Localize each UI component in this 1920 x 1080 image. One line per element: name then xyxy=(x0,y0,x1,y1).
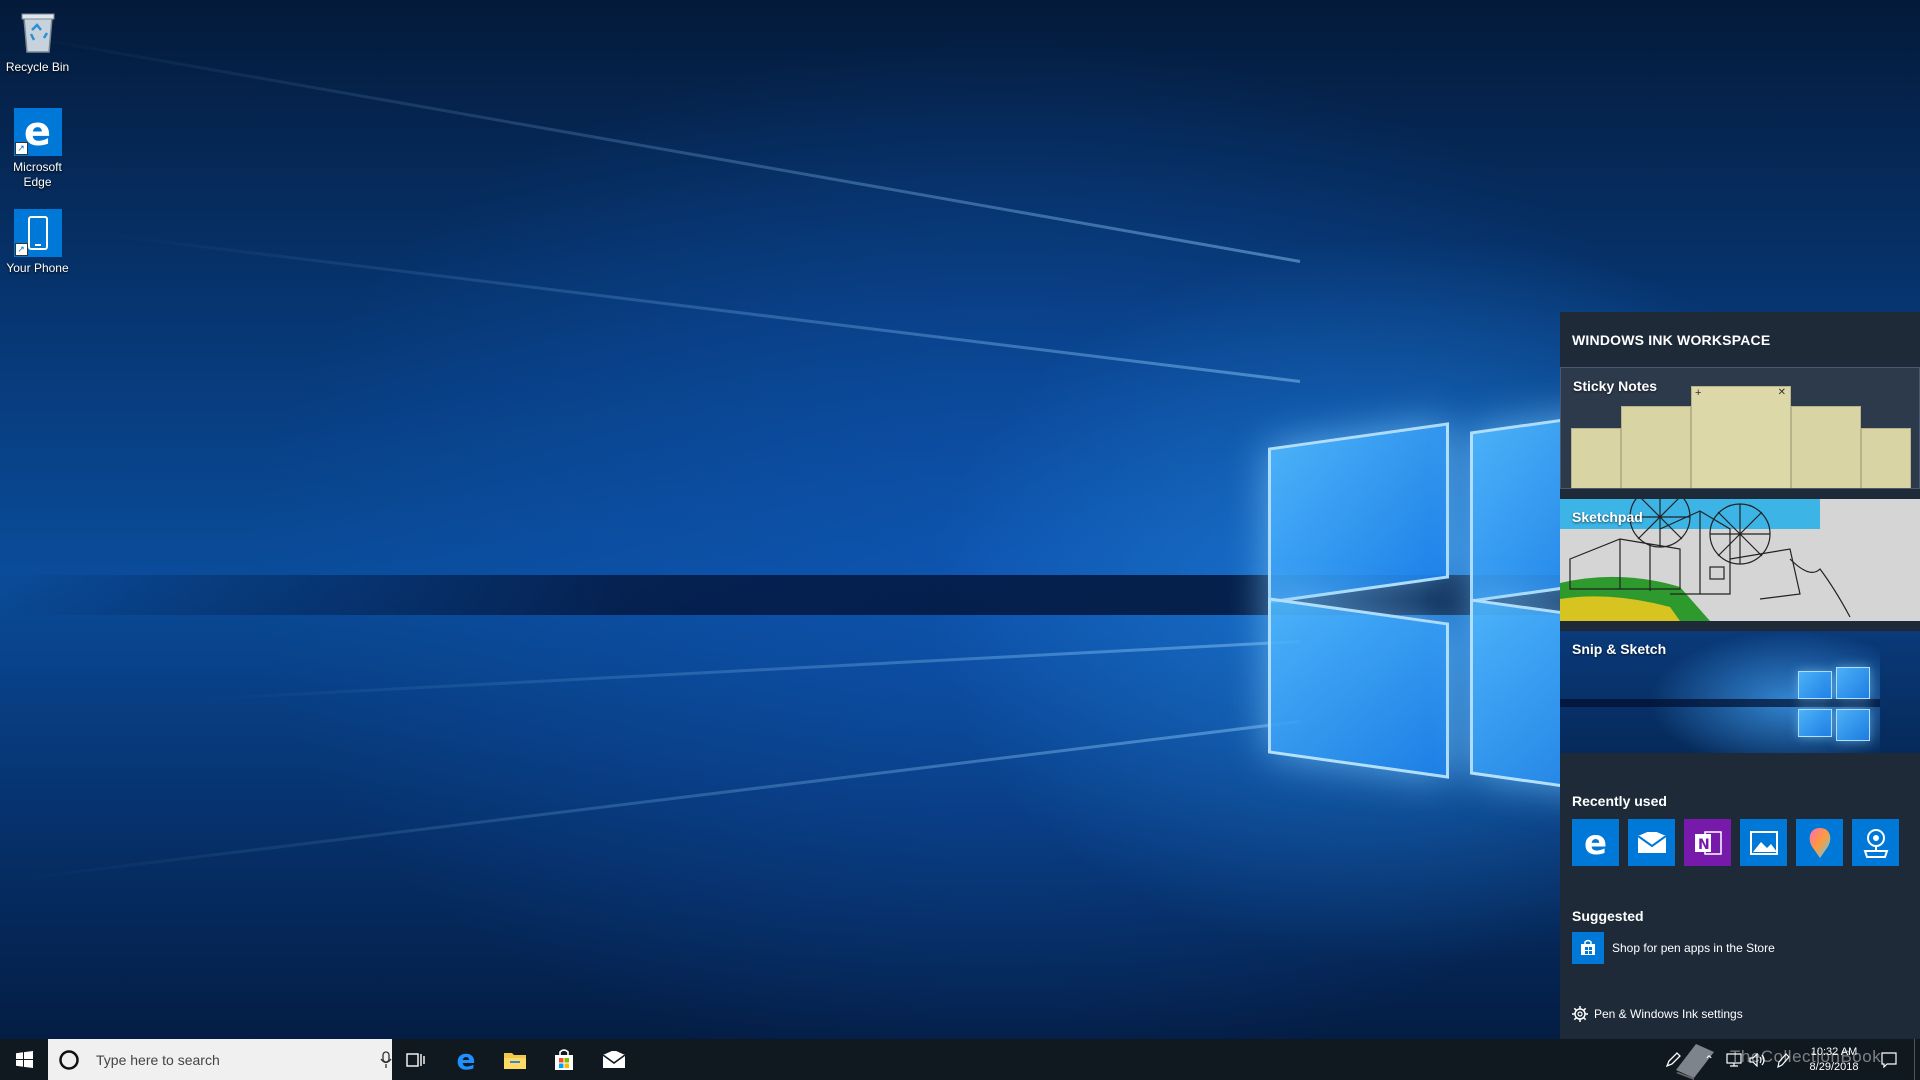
maps-icon xyxy=(1863,828,1888,858)
tile-label: Sketchpad xyxy=(1572,509,1643,525)
phone-icon: ↗ xyxy=(13,209,62,257)
pen-settings-label: Pen & Windows Ink settings xyxy=(1594,1007,1743,1021)
desktop-icon-label: Your Phone xyxy=(6,261,69,275)
suggested-item-label: Shop for pen apps in the Store xyxy=(1612,941,1775,955)
taskbar: e TheCollectionBook xyxy=(0,1039,1920,1080)
show-hidden-icons-button[interactable]: ⌃ xyxy=(1698,1039,1720,1080)
logo-pane xyxy=(1268,422,1449,604)
clock-date: 8/29/2018 xyxy=(1809,1061,1859,1073)
tile-label: Snip & Sketch xyxy=(1572,641,1667,657)
network-icon xyxy=(1726,1052,1742,1067)
mail-icon xyxy=(1636,831,1667,853)
desktop-icon-edge[interactable]: e ↗ Microsoft Edge xyxy=(0,108,75,190)
sticky-note xyxy=(1571,428,1621,488)
recent-app-paint3d[interactable] xyxy=(1796,819,1843,866)
taskbar-file-explorer-button[interactable] xyxy=(491,1039,539,1080)
onenote-icon: N xyxy=(1694,830,1722,855)
volume-tray-button[interactable] xyxy=(1746,1039,1770,1080)
desktop-icon-label: Recycle Bin xyxy=(5,60,70,74)
tile-sketchpad[interactable]: Sketchpad xyxy=(1560,499,1920,621)
start-button[interactable] xyxy=(0,1039,48,1080)
snip-preview-pane xyxy=(1836,667,1870,699)
pen-tray-button[interactable] xyxy=(1772,1039,1794,1080)
pen-icon xyxy=(1665,1051,1681,1067)
taskbar-search-box[interactable] xyxy=(48,1039,392,1080)
pen-icon xyxy=(1777,1052,1790,1068)
clock-time: 10:32 AM xyxy=(1810,1046,1858,1058)
svg-text:N: N xyxy=(1698,837,1710,853)
suggested-store-link[interactable]: Shop for pen apps in the Store xyxy=(1572,932,1775,964)
show-desktop-button[interactable] xyxy=(1914,1039,1920,1080)
taskbar-clock[interactable]: 10:32 AM 8/29/2018 xyxy=(1794,1045,1874,1075)
task-view-button[interactable] xyxy=(392,1039,440,1080)
recent-app-mail[interactable] xyxy=(1628,819,1675,866)
store-icon xyxy=(555,1048,573,1070)
recent-app-edge[interactable]: e xyxy=(1572,819,1619,866)
ink-workspace-title: WINDOWS INK WORKSPACE xyxy=(1572,332,1771,348)
sticky-note xyxy=(1791,406,1861,488)
add-note-icon: + xyxy=(1695,387,1702,399)
file-explorer-icon xyxy=(504,1052,526,1069)
snip-preview-band xyxy=(1560,699,1880,707)
recently-used-heading: Recently used xyxy=(1572,793,1667,809)
cortana-icon xyxy=(59,1049,79,1070)
close-note-icon: ✕ xyxy=(1777,387,1786,398)
desktop-icon-label: Microsoft Edge xyxy=(13,160,62,189)
tile-snip-and-sketch[interactable]: Snip & Sketch xyxy=(1560,631,1920,753)
notification-icon xyxy=(1881,1051,1897,1068)
recent-app-onenote[interactable]: N xyxy=(1684,819,1731,866)
snip-preview-pane xyxy=(1798,671,1832,699)
tile-label: Sticky Notes xyxy=(1573,378,1658,394)
taskbar-edge-button[interactable]: e xyxy=(442,1039,490,1080)
desktop: Recycle Bin e ↗ Microsoft Edge ↗ Your Ph… xyxy=(0,0,1920,1039)
edge-icon: e ↗ xyxy=(13,108,62,156)
snip-preview-pane xyxy=(1836,709,1870,741)
recent-app-maps[interactable] xyxy=(1852,819,1899,866)
shortcut-arrow-icon: ↗ xyxy=(14,142,28,155)
store-icon xyxy=(1572,932,1604,964)
suggested-heading: Suggested xyxy=(1572,908,1644,924)
taskbar-mail-button[interactable] xyxy=(590,1039,638,1080)
shortcut-arrow-icon: ↗ xyxy=(14,243,28,256)
edge-icon: e xyxy=(1583,822,1608,863)
search-input[interactable] xyxy=(94,1050,358,1069)
sticky-note xyxy=(1861,428,1911,488)
pen-settings-link[interactable]: Pen & Windows Ink settings xyxy=(1572,1006,1743,1022)
windows-ink-tray-button[interactable] xyxy=(1660,1039,1686,1080)
recycle-bin-icon xyxy=(14,8,62,56)
task-view-icon xyxy=(406,1052,425,1067)
speaker-icon xyxy=(1749,1052,1765,1067)
network-tray-button[interactable] xyxy=(1722,1039,1746,1080)
gear-icon xyxy=(1572,1006,1588,1022)
paint3d-icon xyxy=(1809,827,1830,858)
edge-icon: e xyxy=(456,1043,476,1076)
light-beam xyxy=(108,233,1301,383)
snip-preview-pane xyxy=(1798,709,1832,737)
light-beam xyxy=(19,34,1301,263)
desktop-icon-your-phone[interactable]: ↗ Your Phone xyxy=(0,209,75,276)
ink-workspace-panel: WINDOWS INK WORKSPACE Sticky Notes + ✕ S… xyxy=(1560,312,1920,1039)
action-center-button[interactable] xyxy=(1874,1039,1904,1080)
taskbar-store-button[interactable] xyxy=(540,1039,588,1080)
sticky-note xyxy=(1621,406,1691,488)
tile-sticky-notes[interactable]: Sticky Notes + ✕ xyxy=(1560,367,1920,489)
chevron-up-icon: ⌃ xyxy=(1703,1052,1715,1067)
desktop-icon-recycle-bin[interactable]: Recycle Bin xyxy=(0,8,75,75)
recent-app-photos[interactable] xyxy=(1740,819,1787,866)
mail-icon xyxy=(602,1050,626,1068)
microphone-icon[interactable] xyxy=(380,1050,392,1069)
logo-pane xyxy=(1268,597,1449,779)
windows-start-icon xyxy=(15,1051,33,1068)
light-beam xyxy=(201,640,1301,701)
light-beam xyxy=(9,720,1301,882)
sticky-note: + ✕ xyxy=(1691,386,1791,488)
photos-icon xyxy=(1749,830,1778,855)
